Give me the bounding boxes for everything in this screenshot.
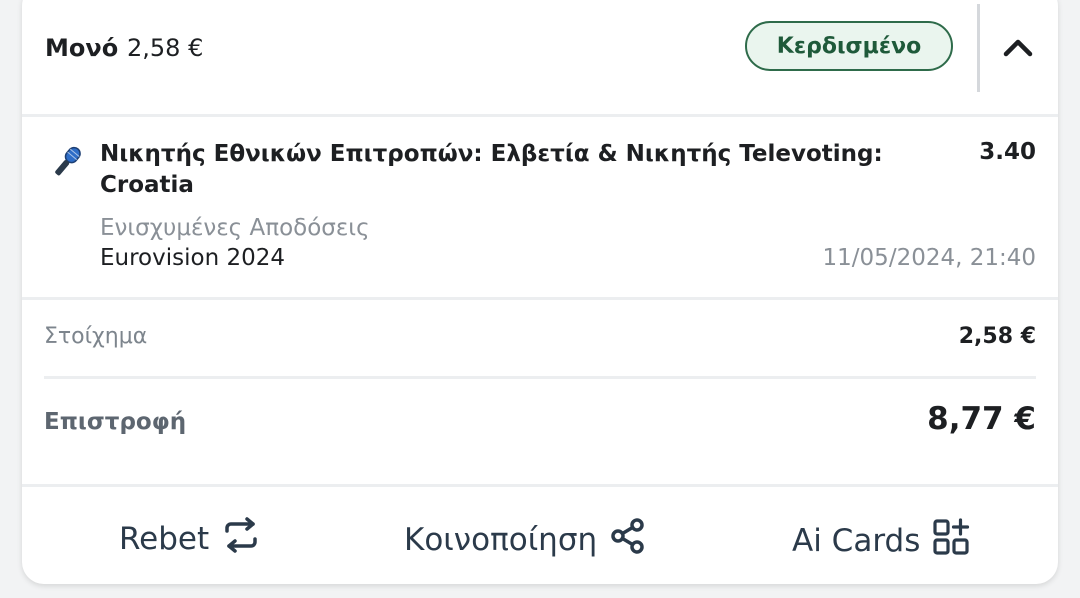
microphone-icon <box>48 143 86 181</box>
selection-title: Νικητής Εθνικών Επιτροπών: Ελβετία & Νικ… <box>100 141 883 198</box>
status-badge: Κερδισμένο <box>745 21 953 71</box>
return-value: 8,77 € <box>927 401 1036 437</box>
bet-header[interactable]: Μονό 2,58 € Κερδισμένο <box>22 0 1058 117</box>
chevron-up-icon <box>1003 39 1033 57</box>
repeat-icon <box>221 517 261 561</box>
bet-type: Μονό <box>45 34 119 62</box>
selection-details: Νικητής Εθνικών Επιτροπών: Ελβετία & Νικ… <box>22 117 1058 300</box>
share-button[interactable]: Κοινοποίηση <box>404 517 647 563</box>
rebet-button[interactable]: Rebet <box>119 517 261 561</box>
share-label: Κοινοποίηση <box>404 522 598 558</box>
event-name: Eurovision 2024 <box>100 245 285 271</box>
ai-cards-label: Ai Cards <box>792 523 921 559</box>
bet-card: Μονό 2,58 € Κερδισμένο Νικητής Εθνικών Ε… <box>22 0 1058 584</box>
market-name: Ενισχυμένες Αποδόσεις <box>100 215 370 241</box>
stake-row: Στοίχημα 2,58 € <box>44 300 1036 379</box>
event-date: 11/05/2024, 21:40 <box>822 245 1036 271</box>
collapse-button[interactable] <box>998 28 1038 68</box>
stake-value: 2,58 € <box>958 324 1036 349</box>
share-icon <box>609 517 647 563</box>
header-divider <box>977 4 980 92</box>
actions-bar: Rebet Κοινοποίηση Ai Cards <box>22 484 1058 584</box>
rebet-label: Rebet <box>119 521 210 557</box>
return-row: Επιστροφή 8,77 € <box>44 379 1036 467</box>
apps-add-icon <box>932 517 972 565</box>
bet-amount: 2,58 € <box>127 34 204 62</box>
ai-cards-button[interactable]: Ai Cards <box>792 517 972 565</box>
return-label: Επιστροφή <box>44 409 187 435</box>
stake-label: Στοίχημα <box>44 324 148 349</box>
odds-value: 3.40 <box>979 139 1036 165</box>
